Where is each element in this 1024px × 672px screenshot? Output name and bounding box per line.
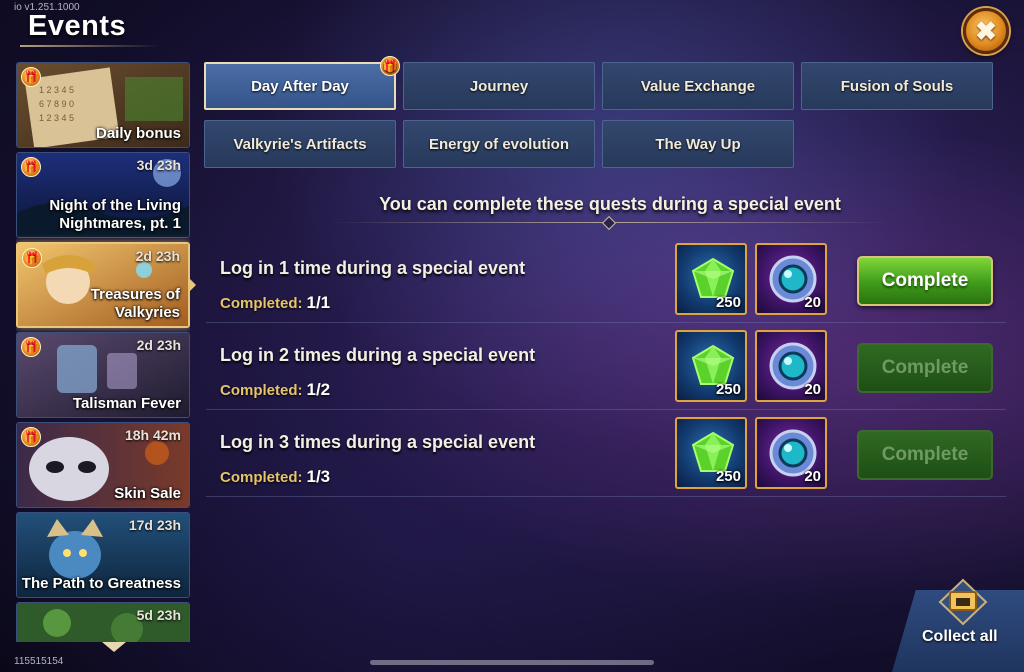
quest-row: Log in 3 times during a special event Co… [206,410,1006,497]
svg-text:1 2 3 4 5: 1 2 3 4 5 [39,113,74,123]
complete-button[interactable]: Complete [857,256,993,306]
svg-text:1 2 3 4 5: 1 2 3 4 5 [39,85,74,95]
gift-icon: 🎁 [22,248,42,268]
quest-title: Log in 3 times during a special event [220,432,536,452]
home-indicator [370,660,654,665]
progress-value: 1/3 [306,467,331,486]
gift-icon: 🎁 [380,56,400,76]
tab-value-exchange[interactable]: Value Exchange [602,62,794,110]
quest-progress: Completed: 1/2 [220,380,330,400]
tab-valkyries-artifacts[interactable]: Valkyrie's Artifacts [204,120,396,168]
complete-button[interactable]: Complete [857,343,993,393]
quest-row: Log in 1 time during a special event Com… [206,236,1006,323]
event-name: Talisman Fever [72,395,181,412]
event-timer: 3d 23h [136,157,181,173]
collect-all-icon [938,578,988,626]
quest-title: Log in 2 times during a special event [220,345,536,365]
event-list[interactable]: 1 2 3 4 5 6 7 8 9 0 1 2 3 4 5 🎁 Daily bonu… [16,62,190,642]
event-timer: 17d 23h [128,517,181,533]
event-name: The Path to Greatness [21,575,181,592]
gift-icon: 🎁 [21,337,41,357]
event-card-the-path-to-greatness[interactable]: 17d 23h The Path to Greatness [16,512,190,598]
reward-orb[interactable]: 20 [755,243,827,315]
event-name-line: Night of the Living [49,197,181,214]
tab-label: Energy of evolution [428,135,569,153]
reward-orb[interactable]: 20 [755,330,827,402]
progress-label: Completed: [220,295,303,312]
gift-icon: 🎁 [21,157,41,177]
event-timer: 2d 23h [135,248,180,264]
subtitle-ornament [601,215,617,231]
event-name: Skin Sale [114,485,181,502]
event-card-daily-bonus[interactable]: 1 2 3 4 5 6 7 8 9 0 1 2 3 4 5 🎁 Daily bonu… [16,62,190,148]
quest-row: Log in 2 times during a special event Co… [206,323,1006,410]
gift-icon: 🎁 [21,67,41,87]
quest-title: Log in 1 time during a special event [220,258,526,278]
tab-label: Value Exchange [640,77,756,95]
tab-label: Fusion of Souls [840,77,954,95]
event-card-night-of-the-living-nightmares[interactable]: 🎁 3d 23h Night of the Living Nightmares,… [16,152,190,238]
tab-label: Valkyrie's Artifacts [233,135,367,153]
reward-quantity: 20 [804,468,821,485]
event-name-line: Valkyries [114,304,180,321]
event-name: Treasures of Valkyries [91,286,180,322]
progress-label: Completed: [220,469,303,486]
reward-emerald[interactable]: 250 [675,417,747,489]
event-timer: 18h 42m [124,427,181,443]
tab-journey[interactable]: Journey [403,62,595,110]
reward-quantity: 250 [715,468,741,485]
gift-icon: 🎁 [21,427,41,447]
complete-button[interactable]: Complete [857,430,993,480]
reward-quantity: 250 [715,381,741,398]
close-icon: ✖ [975,15,997,46]
tab-energy-of-evolution[interactable]: Energy of evolution [403,120,595,168]
event-timer: 5d 23h [136,607,181,623]
event-name: Daily bonus [95,125,181,142]
event-card-talisman-fever[interactable]: 🎁 2d 23h Talisman Fever [16,332,190,418]
event-name-line: Treasures of [90,286,180,303]
page-title: Events [28,10,127,42]
reward-quantity: 20 [804,294,821,311]
reward-emerald[interactable]: 250 [675,330,747,402]
reward-quantity: 20 [804,381,821,398]
tab-label: Day After Day [251,77,349,95]
quests-subtitle: You can complete these quests during a s… [379,194,841,214]
event-card-skin-sale[interactable]: 🎁 18h 42m Skin Sale [16,422,190,508]
player-id: 115515154 [14,656,64,667]
collect-all-label: Collect all [922,628,998,645]
event-card-partial[interactable]: 5d 23h [16,602,190,642]
tab-label: Journey [469,77,529,95]
close-button[interactable]: ✖ [963,8,1009,54]
reward-orb[interactable]: 20 [755,417,827,489]
tab-label: The Way Up [655,135,741,153]
selected-event-pointer [189,278,196,292]
progress-value: 1/2 [306,380,331,399]
event-timer: 2d 23h [136,337,181,353]
tab-day-after-day[interactable]: Day After Day 🎁 [204,56,400,110]
event-name: Night of the Living Nightmares, pt. 1 [49,197,181,233]
reward-emerald[interactable]: 250 [675,243,747,315]
event-card-treasures-of-valkyries[interactable]: 🎁 2d 23h Treasures of Valkyries [16,242,190,328]
tab-the-way-up[interactable]: The Way Up [602,120,794,168]
quest-progress: Completed: 1/3 [220,467,330,487]
progress-value: 1/1 [306,293,331,312]
scroll-down-icon[interactable] [102,642,126,652]
tab-fusion-of-souls[interactable]: Fusion of Souls [801,62,993,110]
svg-text:6 7 8 9 0: 6 7 8 9 0 [39,99,74,109]
reward-quantity: 250 [715,294,741,311]
event-name-line: Nightmares, pt. 1 [59,215,181,232]
quest-progress: Completed: 1/1 [220,293,330,313]
title-underline [20,45,160,47]
progress-label: Completed: [220,382,303,399]
